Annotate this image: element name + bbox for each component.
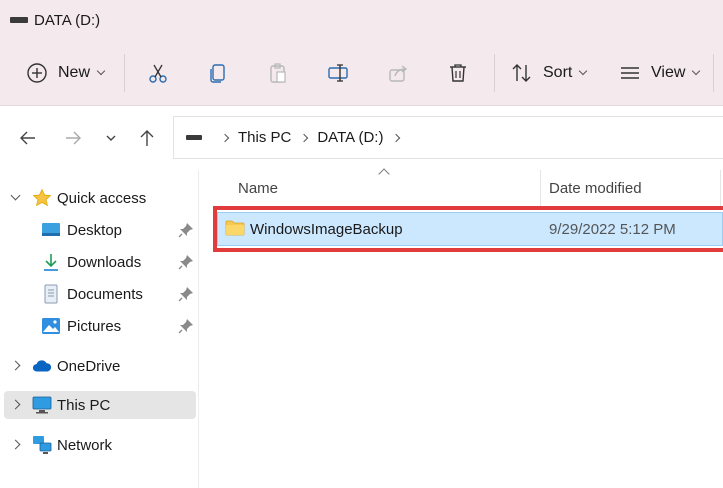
delete-button[interactable] (445, 60, 471, 86)
sidebar-item-this-pc[interactable]: This PC (4, 391, 196, 419)
toolbar-divider (713, 54, 714, 92)
chevron-down-icon (96, 66, 106, 76)
view-label: View (651, 64, 686, 81)
title-bar: DATA (D:) (0, 0, 723, 40)
toolbar-divider (494, 54, 495, 92)
file-list: Name Date modified WindowsImageBackup 9/… (200, 168, 723, 488)
forward-button[interactable] (61, 126, 85, 150)
arrow-left-icon (20, 131, 35, 145)
file-name: WindowsImageBackup (250, 220, 403, 238)
new-button[interactable]: New (26, 60, 106, 86)
sidebar-item-network[interactable]: Network (4, 431, 196, 459)
chevron-down-icon (692, 66, 701, 76)
cut-icon (149, 64, 167, 83)
command-bar: New Sort View (0, 40, 723, 106)
pin-icon[interactable] (178, 222, 194, 238)
documents-icon (41, 284, 61, 304)
sidebar-item-onedrive[interactable]: OneDrive (4, 352, 196, 380)
column-divider[interactable] (720, 170, 721, 206)
address-bar[interactable]: This PC DATA (D:) (173, 116, 723, 159)
arrow-up-icon (140, 130, 154, 146)
view-button[interactable]: View (619, 60, 701, 86)
chevron-right-icon[interactable] (10, 360, 21, 371)
share-icon (389, 65, 408, 82)
breadcrumb-data-drive[interactable]: DATA (D:) (317, 129, 383, 146)
column-header-name[interactable]: Name (238, 170, 538, 206)
sidebar-item-label: Quick access (57, 189, 147, 207)
back-button[interactable] (16, 126, 40, 150)
table-row[interactable]: WindowsImageBackup 9/29/2022 5:12 PM (217, 212, 723, 246)
sidebar-item-label: Network (57, 436, 113, 454)
window-title: DATA (D:) (34, 11, 101, 29)
rename-button[interactable] (325, 60, 351, 86)
column-divider[interactable] (540, 170, 541, 206)
sort-button[interactable]: Sort (511, 60, 588, 86)
sidebar-item-label: Desktop (67, 221, 123, 239)
network-icon (32, 435, 52, 455)
chevron-right-icon[interactable] (220, 133, 230, 142)
navigation-pane: Quick access Desktop Downloads Documents… (0, 170, 199, 488)
file-date-modified: 9/29/2022 5:12 PM (549, 220, 676, 238)
view-list-icon (621, 67, 639, 79)
downloads-icon (41, 252, 61, 272)
sidebar-item-pictures[interactable]: Pictures (4, 312, 196, 340)
chevron-right-icon[interactable] (10, 439, 21, 450)
delete-icon (450, 64, 466, 82)
column-header-date-modified[interactable]: Date modified (549, 170, 719, 206)
paste-icon (270, 63, 286, 83)
new-label: New (58, 64, 91, 81)
plus-circle-icon (27, 63, 47, 83)
cut-button[interactable] (145, 60, 171, 86)
chevron-right-icon[interactable] (392, 133, 401, 142)
pin-icon[interactable] (178, 318, 194, 334)
column-date-label: Date modified (549, 179, 642, 197)
copy-button[interactable] (205, 60, 231, 86)
sidebar-item-label: OneDrive (57, 357, 121, 375)
rename-icon (328, 64, 348, 82)
drive-icon (186, 135, 202, 140)
sidebar-item-downloads[interactable]: Downloads (4, 248, 196, 276)
this-pc-icon (32, 395, 52, 415)
sort-label: Sort (543, 64, 573, 81)
sidebar-item-documents[interactable]: Documents (4, 280, 196, 308)
onedrive-cloud-icon (32, 356, 52, 376)
drive-icon (10, 17, 28, 23)
recent-locations-button[interactable] (99, 126, 123, 150)
sidebar-item-label: Downloads (67, 253, 142, 271)
desktop-icon (41, 220, 61, 240)
sort-icon (512, 64, 531, 82)
sidebar-item-quick-access[interactable]: Quick access (4, 184, 196, 212)
folder-icon (225, 219, 245, 241)
column-name-label: Name (238, 179, 279, 197)
pin-icon[interactable] (178, 286, 194, 302)
chevron-down-icon[interactable] (10, 190, 21, 201)
sidebar-item-desktop[interactable]: Desktop (4, 216, 196, 244)
paste-button[interactable] (265, 60, 291, 86)
toolbar-divider (124, 54, 125, 92)
copy-icon (210, 64, 225, 83)
share-button[interactable] (385, 60, 411, 86)
sidebar-item-label: Documents (67, 285, 143, 303)
pictures-icon (41, 316, 61, 336)
breadcrumb-this-pc[interactable]: This PC (238, 129, 291, 146)
star-icon (32, 188, 52, 208)
chevron-right-icon[interactable] (10, 399, 21, 410)
chevron-down-icon (106, 135, 116, 141)
chevron-down-icon (579, 66, 588, 76)
arrow-right-icon (66, 131, 81, 145)
up-button[interactable] (135, 126, 159, 150)
sidebar-item-label: Pictures (67, 317, 122, 335)
chevron-right-icon[interactable] (300, 133, 309, 142)
pin-icon[interactable] (178, 254, 194, 270)
sidebar-item-label: This PC (57, 396, 111, 414)
